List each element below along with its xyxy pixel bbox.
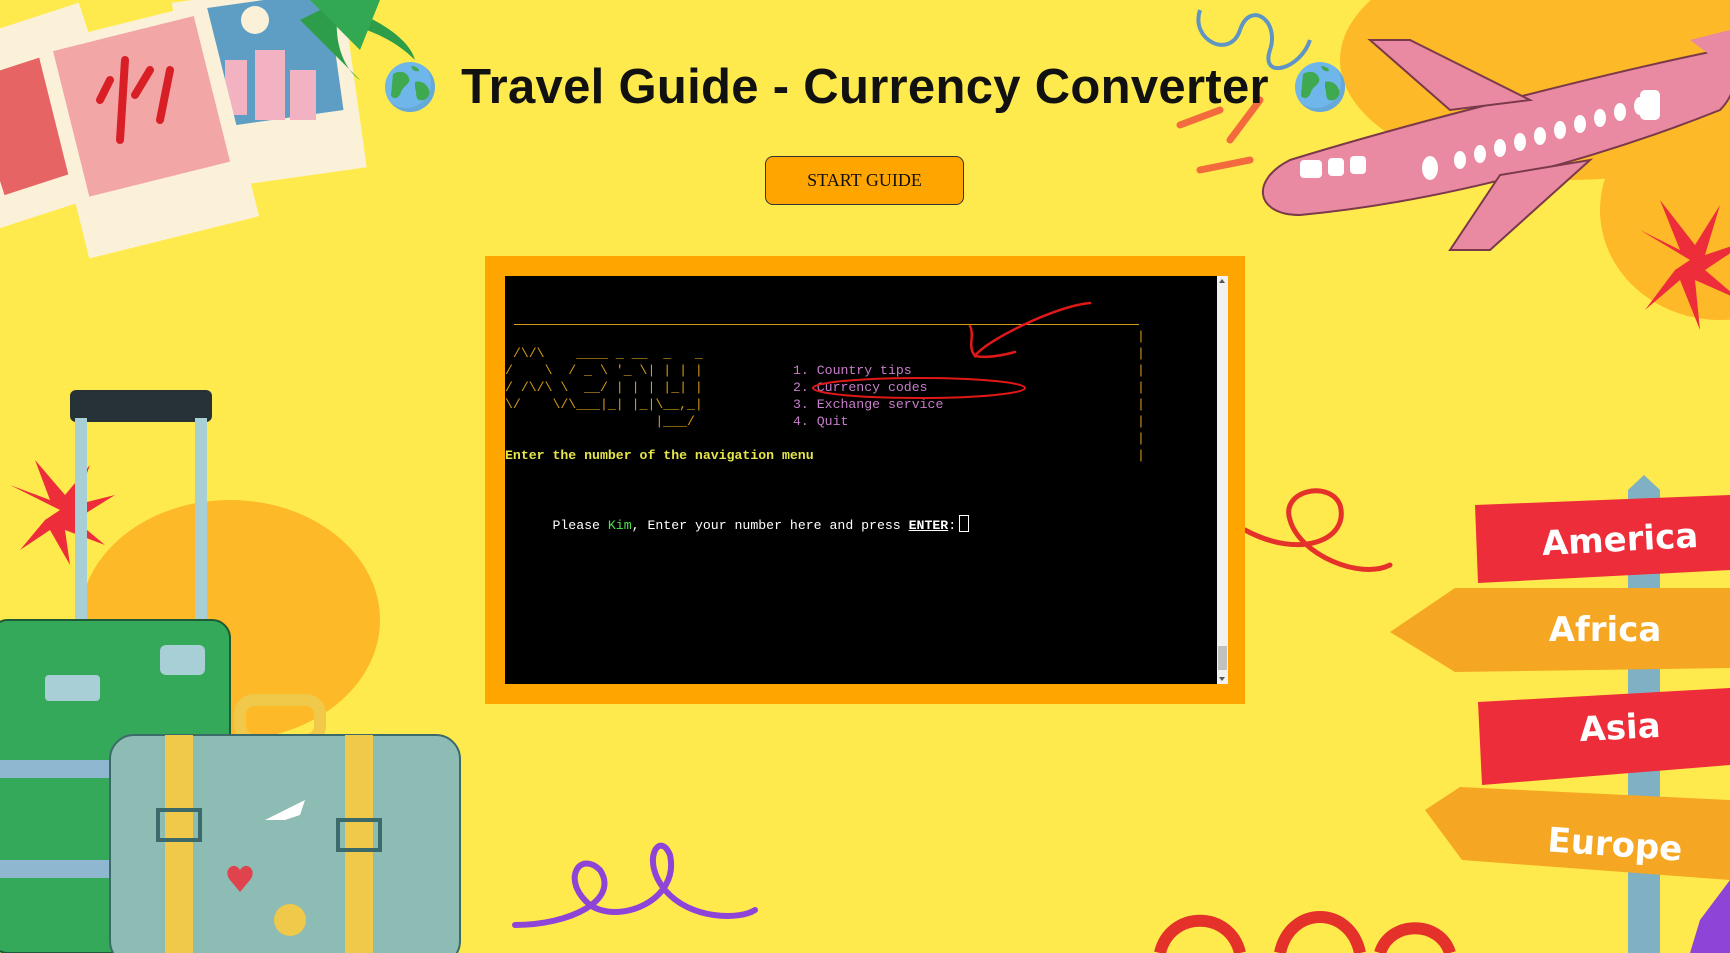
globe-icon: [1294, 62, 1345, 112]
terminal-scrollbar[interactable]: [1217, 276, 1228, 684]
sign-africa: Africa: [1548, 610, 1662, 650]
annotation-arrow: [812, 301, 1092, 399]
globe-icon: [385, 62, 436, 112]
start-guide-button[interactable]: START GUIDE: [765, 156, 964, 205]
page-title: Travel Guide - Currency Converter: [461, 60, 1269, 114]
sign-america: America: [1540, 515, 1700, 565]
terminal-frame: /\/\ ____ _ __ _ _ / \ / _ \ '_ \| | | |…: [485, 256, 1245, 704]
scroll-down-arrow-icon[interactable]: [1219, 677, 1225, 681]
scroll-up-arrow-icon[interactable]: [1219, 279, 1225, 283]
scroll-thumb[interactable]: [1218, 646, 1227, 670]
terminal-window[interactable]: /\/\ ____ _ __ _ _ / \ / _ \ '_ \| | | |…: [505, 276, 1228, 684]
page-header: Travel Guide - Currency Converter: [0, 52, 1730, 122]
sign-asia: Asia: [1578, 705, 1662, 751]
